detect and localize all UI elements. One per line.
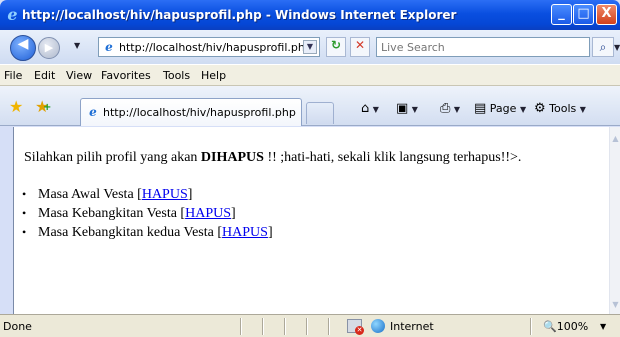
list-item: • Masa Awal Vesta [HAPUS] — [22, 187, 193, 202]
zoom-level[interactable]: 🔍100% — [543, 320, 588, 333]
menu-bar: File Edit View Favorites Tools Help — [0, 64, 620, 86]
profile-list: • Masa Awal Vesta [HAPUS] • Masa Kebangkit… — [22, 187, 273, 244]
print-icon: ⎙ — [440, 101, 451, 116]
new-tab-button[interactable] — [306, 102, 334, 124]
menu-favorites[interactable]: Favorites — [101, 69, 151, 82]
add-favorite-icon[interactable]: ★ + — [35, 97, 51, 116]
status-bar: Done ✕ Internet 🔍100% ▼ — [0, 314, 620, 337]
back-button[interactable]: ◀ — [10, 35, 36, 61]
tab-bar: ★ ★ + e http://localhost/hiv/hapusprofil.… — [0, 86, 620, 126]
scroll-down-icon[interactable]: ▼ — [611, 299, 620, 310]
tab-label: http://localhost/hiv/hapusprofil.php — [103, 106, 296, 119]
tools-menu-button[interactable]: ⚙ Tools ▼ — [534, 101, 586, 116]
page-favicon-icon: e — [105, 40, 113, 54]
recent-pages-dropdown-icon[interactable]: ▼ — [74, 41, 80, 50]
page-icon: ▤ — [474, 101, 487, 116]
home-button[interactable]: ⌂ ▼ — [361, 101, 379, 116]
security-zone[interactable]: Internet — [390, 320, 434, 333]
address-toolbar: ◀ ▶ ▼ e http://localhost/hiv/hapusprofil… — [0, 30, 620, 64]
feeds-button[interactable]: ▣ ▼ — [396, 101, 418, 116]
address-url[interactable]: http://localhost/hiv/hapusprofil.php — [119, 41, 312, 54]
print-button[interactable]: ⎙ ▼ — [440, 101, 460, 116]
stop-button[interactable]: ✕ — [350, 37, 370, 57]
search-options-dropdown-icon[interactable]: ▼ — [614, 43, 620, 52]
window-title: http://localhost/hiv/hapusprofil.php - W… — [22, 8, 457, 22]
search-button[interactable]: ⌕ — [592, 37, 614, 57]
page-menu-button[interactable]: ▤ Page ▼ — [474, 101, 526, 116]
forward-button[interactable]: ▶ — [38, 37, 60, 59]
home-icon: ⌂ — [361, 101, 370, 116]
zoom-dropdown-icon[interactable]: ▼ — [600, 322, 606, 331]
menu-view[interactable]: View — [66, 69, 92, 82]
search-box[interactable] — [376, 37, 590, 57]
list-item: • Masa Kebangkitan kedua Vesta [HAPUS] — [22, 225, 273, 240]
refresh-button[interactable]: ↻ — [326, 37, 346, 57]
feed-icon: ▣ — [396, 101, 409, 116]
address-field[interactable]: e http://localhost/hiv/hapusprofil.php ▼ — [98, 37, 320, 57]
menu-tools[interactable]: Tools — [163, 69, 190, 82]
menu-file[interactable]: File — [4, 69, 22, 82]
intro-emphasis: DIHAPUS — [200, 150, 264, 165]
window-titlebar[interactable]: e http://localhost/hiv/hapusprofil.php -… — [0, 0, 620, 30]
address-dropdown-icon[interactable]: ▼ — [303, 40, 317, 54]
status-text: Done — [3, 320, 32, 333]
search-input[interactable] — [381, 39, 581, 55]
list-item: • Masa Kebangkitan Vesta [HAPUS] — [22, 206, 236, 221]
menu-help[interactable]: Help — [201, 69, 226, 82]
close-button[interactable]: X — [596, 4, 617, 25]
gear-icon: ⚙ — [534, 101, 546, 116]
delete-link[interactable]: HAPUS — [142, 187, 188, 202]
minimize-button[interactable]: _ — [551, 4, 572, 25]
page-favicon-icon: e — [89, 105, 97, 119]
zoom-icon: 🔍 — [543, 320, 557, 333]
vertical-scrollbar[interactable]: ▲ ▼ — [609, 127, 620, 314]
delete-link[interactable]: HAPUS — [185, 206, 231, 221]
star-icon[interactable]: ★ — [9, 97, 23, 116]
maximize-button[interactable]: □ — [573, 4, 594, 25]
delete-link[interactable]: HAPUS — [222, 225, 268, 240]
globe-icon — [371, 319, 385, 333]
menu-edit[interactable]: Edit — [34, 69, 55, 82]
intro-text: Silahkan pilih profil yang akan DIHAPUS … — [24, 150, 522, 165]
blocked-content-icon[interactable]: ✕ — [347, 319, 364, 335]
tab-current[interactable]: e http://localhost/hiv/hapusprofil.php — [80, 98, 302, 126]
ie-logo-icon: e — [7, 5, 18, 24]
page-content: Silahkan pilih profil yang akan DIHAPUS … — [13, 127, 609, 314]
scroll-up-icon[interactable]: ▲ — [611, 133, 620, 144]
